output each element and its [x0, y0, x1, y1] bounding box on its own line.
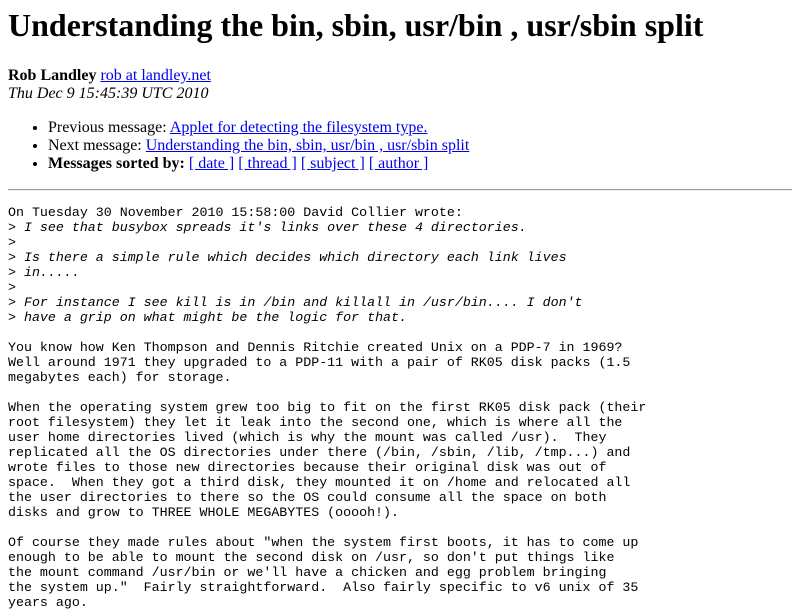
quote-attribution: On Tuesday 30 November 2010 15:58:00 Dav… [8, 205, 463, 220]
sort-by-thread-link[interactable]: [ thread ] [238, 155, 297, 172]
next-message-item: Next message: Understanding the bin, sbi… [48, 137, 792, 155]
quoted-line: I see that busybox spreads it's links ov… [23, 220, 527, 235]
message-page: Understanding the bin, sbin, usr/bin , u… [0, 5, 800, 610]
author-line: Rob Landley rob at landley.net [8, 67, 792, 85]
sort-label: Messages sorted by: [48, 155, 185, 172]
message-body: On Tuesday 30 November 2010 15:58:00 Dav… [8, 205, 647, 610]
sort-by-subject-link[interactable]: [ subject ] [301, 155, 365, 172]
quoted-line: For instance I see kill is in /bin and k… [23, 295, 583, 310]
message-navigation: Previous message: Applet for detecting t… [8, 119, 792, 173]
next-message-label: Next message: [48, 137, 146, 154]
author-email-link[interactable]: rob at landley.net [100, 67, 210, 84]
previous-message-label: Previous message: [48, 119, 170, 136]
sort-by-date-link[interactable]: [ date ] [189, 155, 234, 172]
divider [8, 189, 792, 191]
message-date: Thu Dec 9 15:45:39 UTC 2010 [8, 85, 209, 102]
page-title: Understanding the bin, sbin, usr/bin , u… [8, 7, 704, 43]
quoted-line: Is there a simple rule which decides whi… [23, 250, 567, 265]
body-paragraph: Of course they made rules about "when th… [8, 535, 639, 610]
quoted-line: in..... [23, 265, 80, 280]
next-message-link[interactable]: Understanding the bin, sbin, usr/bin , u… [146, 137, 470, 154]
quoted-line: have a grip on what might be the logic f… [23, 310, 407, 325]
previous-message-item: Previous message: Applet for detecting t… [48, 119, 792, 137]
sort-by-author-link[interactable]: [ author ] [369, 155, 429, 172]
author-name: Rob Landley [8, 67, 97, 84]
body-paragraph: When the operating system grew too big t… [8, 400, 647, 520]
sort-options-item: Messages sorted by: [ date ] [ thread ] … [48, 155, 792, 173]
body-paragraph: You know how Ken Thompson and Dennis Rit… [8, 340, 631, 385]
previous-message-link[interactable]: Applet for detecting the filesystem type… [170, 119, 428, 136]
